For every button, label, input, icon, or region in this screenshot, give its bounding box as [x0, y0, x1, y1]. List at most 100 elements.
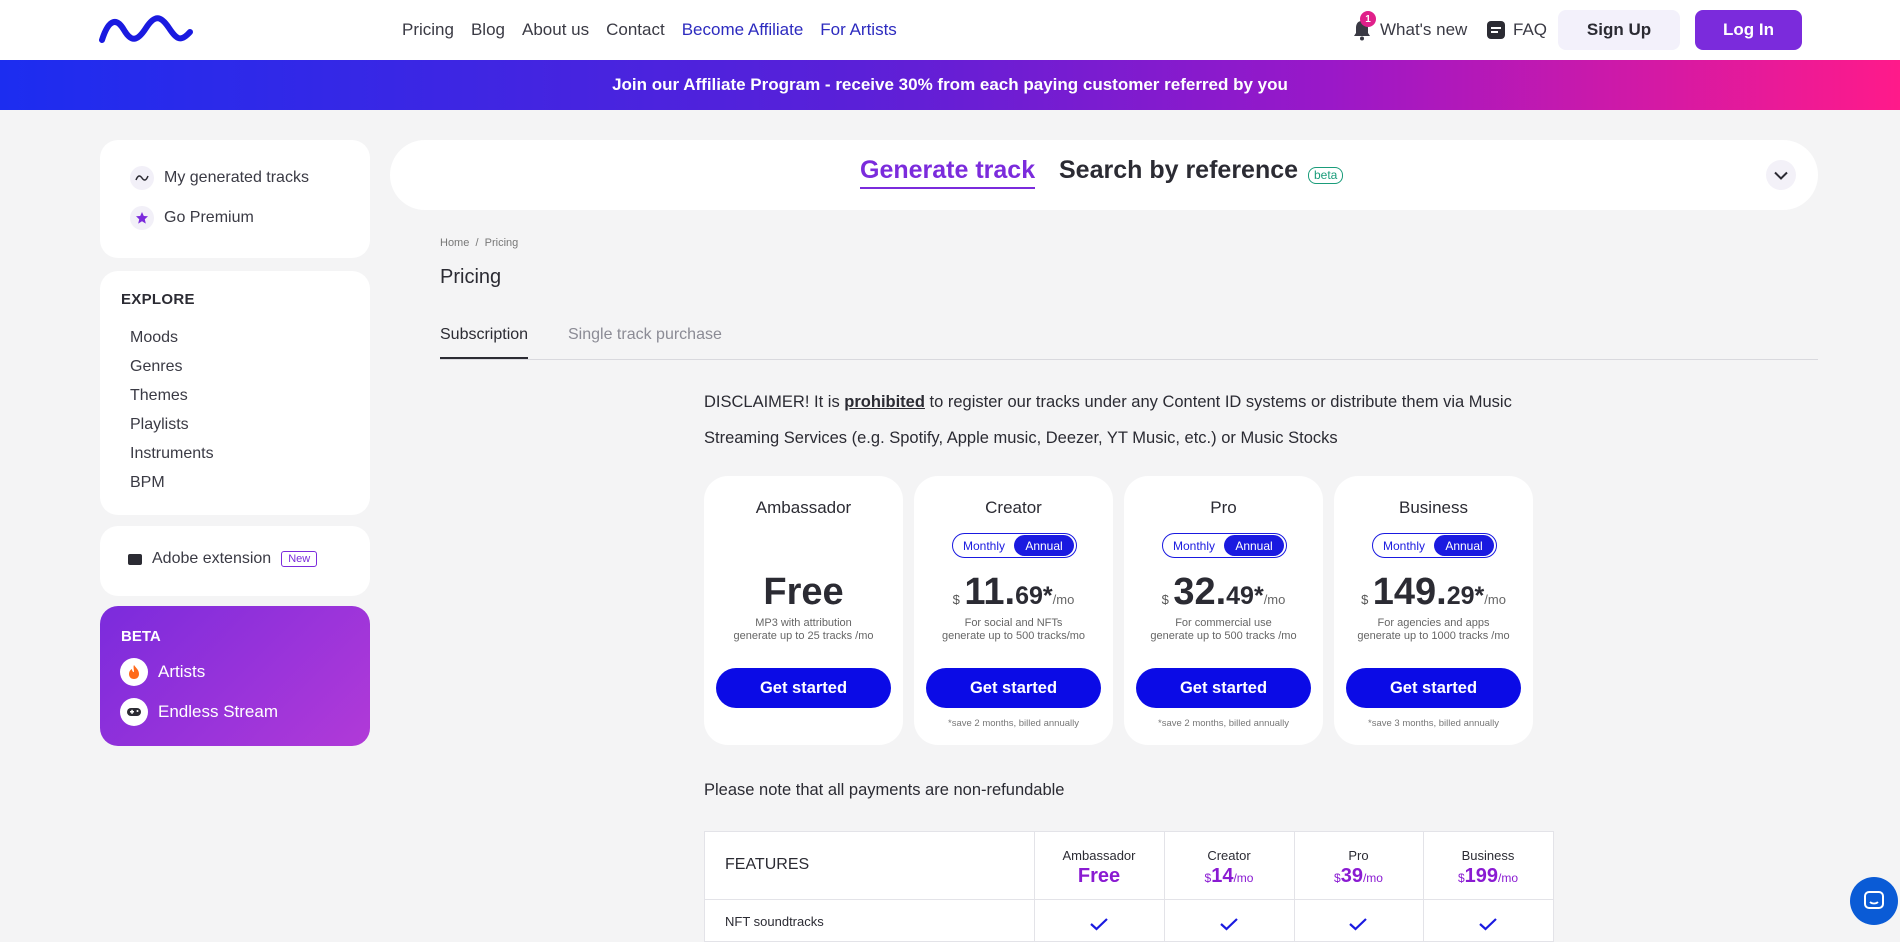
- affiliate-banner[interactable]: Join our Affiliate Program - receive 30%…: [0, 60, 1900, 110]
- plan-name: Business: [1399, 498, 1468, 517]
- explore-themes[interactable]: Themes: [130, 381, 214, 410]
- breadcrumb[interactable]: Home / Pricing: [440, 237, 518, 249]
- toggle-annual[interactable]: Annual: [1224, 535, 1284, 556]
- top-header: Pricing Blog About us Contact Become Aff…: [0, 0, 1900, 60]
- new-badge: New: [281, 551, 318, 567]
- col-price: $199/mo: [1423, 865, 1553, 888]
- nav-contact[interactable]: Contact: [606, 20, 665, 40]
- desc-line: generate up to 1000 tracks /mo: [1357, 630, 1510, 642]
- toggle-monthly[interactable]: Monthly: [1374, 539, 1434, 553]
- get-started-button[interactable]: Get started: [1346, 668, 1521, 708]
- toggle-monthly[interactable]: Monthly: [954, 539, 1014, 553]
- col-period: /mo: [1362, 871, 1383, 885]
- col-price-value: 39: [1340, 865, 1363, 887]
- adobe-label: Adobe extension: [152, 550, 272, 567]
- log-in-button[interactable]: Log In: [1695, 10, 1802, 50]
- sidebar-explore: EXPLORE Moods Genres Themes Playlists In…: [100, 271, 370, 515]
- sidebar-item-label: Go Premium: [164, 209, 254, 226]
- chevron-down-icon: [1774, 171, 1788, 180]
- plan-description: For social and NFTs generate up to 500 tr…: [914, 617, 1113, 643]
- billing-toggle[interactable]: Monthly Annual: [1162, 533, 1287, 558]
- nav-about-us[interactable]: About us: [522, 20, 589, 40]
- adobe-extension-link[interactable]: Adobe extension New: [128, 550, 318, 568]
- pricing-tabs: Subscription Single track purchase: [440, 324, 1818, 360]
- generate-tabs-card: Generate track Search by reference beta: [390, 140, 1818, 210]
- nav-become-affiliate[interactable]: Become Affiliate: [682, 20, 804, 40]
- features-label: FEATURES: [725, 856, 810, 873]
- get-started-button[interactable]: Get started: [1136, 668, 1311, 708]
- support-chat-button[interactable]: [1850, 877, 1898, 925]
- beta-title: BETA: [121, 628, 161, 645]
- plan-name: Pro: [1210, 498, 1237, 517]
- explore-title: EXPLORE: [121, 291, 195, 308]
- tab-search-by-reference[interactable]: Search by reference: [1059, 156, 1298, 185]
- sidebar-item-go-premium[interactable]: Go Premium: [130, 206, 254, 230]
- save-note: *save 2 months, billed annually: [948, 718, 1079, 729]
- sidebar-item-endless-stream[interactable]: Endless Stream: [120, 698, 278, 726]
- explore-playlists[interactable]: Playlists: [130, 410, 214, 439]
- faq-label: FAQ: [1513, 20, 1548, 39]
- disclaimer-before: DISCLAIMER! It is: [704, 393, 845, 411]
- plan-price: Free: [704, 571, 903, 614]
- sidebar-item-label: My generated tracks: [164, 169, 309, 186]
- billing-toggle[interactable]: Monthly Annual: [1372, 533, 1497, 558]
- check-icon: [1349, 918, 1367, 931]
- get-started-button[interactable]: Get started: [716, 668, 891, 708]
- laptop-icon: [128, 553, 142, 565]
- nav-for-artists[interactable]: For Artists: [820, 20, 897, 40]
- explore-list: Moods Genres Themes Playlists Instrument…: [130, 323, 214, 497]
- col-currency: $: [1457, 871, 1465, 885]
- sidebar-item-my-tracks[interactable]: My generated tracks: [130, 166, 309, 190]
- sidebar-item-artists[interactable]: Artists: [120, 658, 205, 686]
- price-whole: 11.: [964, 571, 1016, 613]
- toggle-annual[interactable]: Annual: [1434, 535, 1494, 556]
- gamepad-icon: [120, 698, 148, 726]
- sidebar-beta: BETA Artists Endless Stream: [100, 606, 370, 746]
- features-table: FEATURES Ambassador Free Creator $14/mo …: [704, 831, 1554, 942]
- tab-generate-track[interactable]: Generate track: [860, 156, 1036, 189]
- col-period: /mo: [1498, 871, 1519, 885]
- col-period: /mo: [1233, 871, 1254, 885]
- non-refundable-note: Please note that all payments are non-re…: [704, 781, 1065, 799]
- price-currency: $: [952, 592, 960, 607]
- nav-blog[interactable]: Blog: [471, 20, 505, 40]
- sidebar-quick-links: My generated tracks Go Premium: [100, 140, 370, 258]
- get-started-button[interactable]: Get started: [926, 668, 1101, 708]
- col-name: Ambassador: [1062, 848, 1136, 863]
- beta-item-label: Endless Stream: [158, 702, 278, 721]
- explore-instruments[interactable]: Instruments: [130, 439, 214, 468]
- feature-col-creator: Creator $14/mo: [1164, 832, 1294, 900]
- col-currency: $: [1334, 871, 1341, 885]
- beta-item-label: Artists: [158, 662, 206, 681]
- explore-genres[interactable]: Genres: [130, 352, 214, 381]
- fire-icon: [120, 658, 148, 686]
- toggle-monthly[interactable]: Monthly: [1164, 539, 1224, 553]
- tab-single-track-purchase[interactable]: Single track purchase: [568, 326, 722, 344]
- billing-toggle[interactable]: Monthly Annual: [952, 533, 1077, 558]
- col-price: Free: [1034, 865, 1164, 888]
- nav-pricing[interactable]: Pricing: [402, 20, 454, 40]
- explore-moods[interactable]: Moods: [130, 323, 214, 352]
- disclaimer-emphasis[interactable]: prohibited: [844, 393, 925, 411]
- toggle-annual[interactable]: Annual: [1014, 535, 1074, 556]
- check-icon: [1479, 918, 1497, 931]
- feature-row-label: NFT soundtracks: [725, 914, 824, 929]
- feature-col-pro: Pro $39/mo: [1294, 832, 1423, 900]
- explore-bpm[interactable]: BPM: [130, 468, 214, 497]
- desc-line: generate up to 500 tracks /mo: [1150, 630, 1297, 642]
- col-price: $39/mo: [1294, 865, 1423, 888]
- beta-badge: beta: [1308, 167, 1344, 184]
- price-period: /mo: [1052, 592, 1075, 607]
- tab-subscription[interactable]: Subscription: [440, 326, 529, 359]
- mubert-logo[interactable]: [99, 14, 193, 44]
- page-title: Pricing: [440, 266, 502, 288]
- col-name: Business: [1461, 848, 1515, 863]
- faq-button[interactable]: FAQ: [1487, 10, 1547, 50]
- plan-price: $ 149.29*/mo: [1334, 571, 1533, 614]
- desc-line: generate up to 25 tracks /mo: [733, 630, 874, 642]
- desc-line: For commercial use: [1175, 617, 1272, 629]
- price-free: Free: [763, 571, 844, 613]
- sign-up-button[interactable]: Sign Up: [1558, 10, 1680, 50]
- expand-button[interactable]: [1766, 160, 1796, 190]
- whats-new-button[interactable]: 1 What's new: [1352, 10, 1467, 50]
